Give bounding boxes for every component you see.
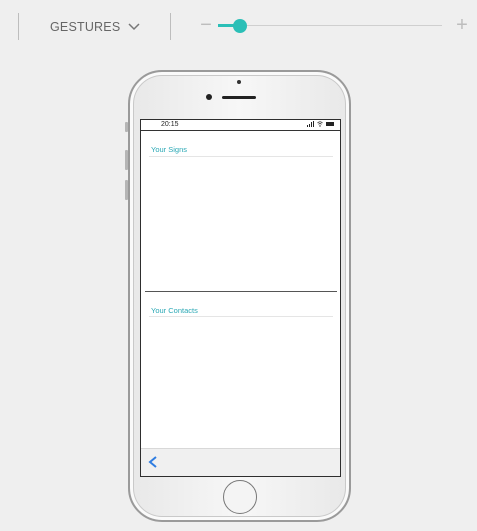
phone-screen: 20:15 Your Signs Your Contacts — [140, 119, 341, 477]
front-camera — [206, 94, 212, 100]
home-button[interactable] — [223, 480, 257, 514]
section-underline — [149, 156, 333, 157]
zoom-in-icon[interactable]: + — [455, 14, 469, 36]
status-icons — [307, 121, 334, 127]
toolbar-divider — [170, 13, 171, 40]
status-time: 20:15 — [161, 121, 179, 128]
wifi-icon — [317, 121, 323, 127]
zoom-slider[interactable] — [218, 19, 442, 33]
toolbar-divider — [18, 13, 19, 40]
gestures-dropdown[interactable]: GESTURES — [50, 17, 140, 37]
zoom-slider-thumb[interactable] — [233, 19, 247, 33]
phone-frame: 20:15 Your Signs Your Contacts — [125, 70, 351, 522]
chevron-down-icon — [128, 23, 140, 31]
battery-icon — [326, 122, 334, 126]
section-divider — [145, 291, 337, 292]
volume-up-button — [125, 150, 128, 170]
earpiece-speaker — [222, 96, 256, 99]
volume-down-button — [125, 180, 128, 200]
bottom-nav-bar — [141, 448, 340, 476]
proximity-sensor — [237, 80, 241, 84]
mute-switch — [125, 122, 128, 132]
section-underline — [149, 316, 333, 317]
toolbar: GESTURES − + — [0, 0, 477, 54]
back-arrow-icon[interactable] — [147, 455, 159, 469]
signal-icon — [307, 121, 314, 127]
section-title-signs: Your Signs — [151, 145, 187, 154]
gestures-label: GESTURES — [50, 20, 121, 34]
zoom-out-icon[interactable]: − — [199, 14, 213, 36]
section-title-contacts: Your Contacts — [151, 306, 198, 315]
status-bar: 20:15 — [141, 120, 340, 131]
